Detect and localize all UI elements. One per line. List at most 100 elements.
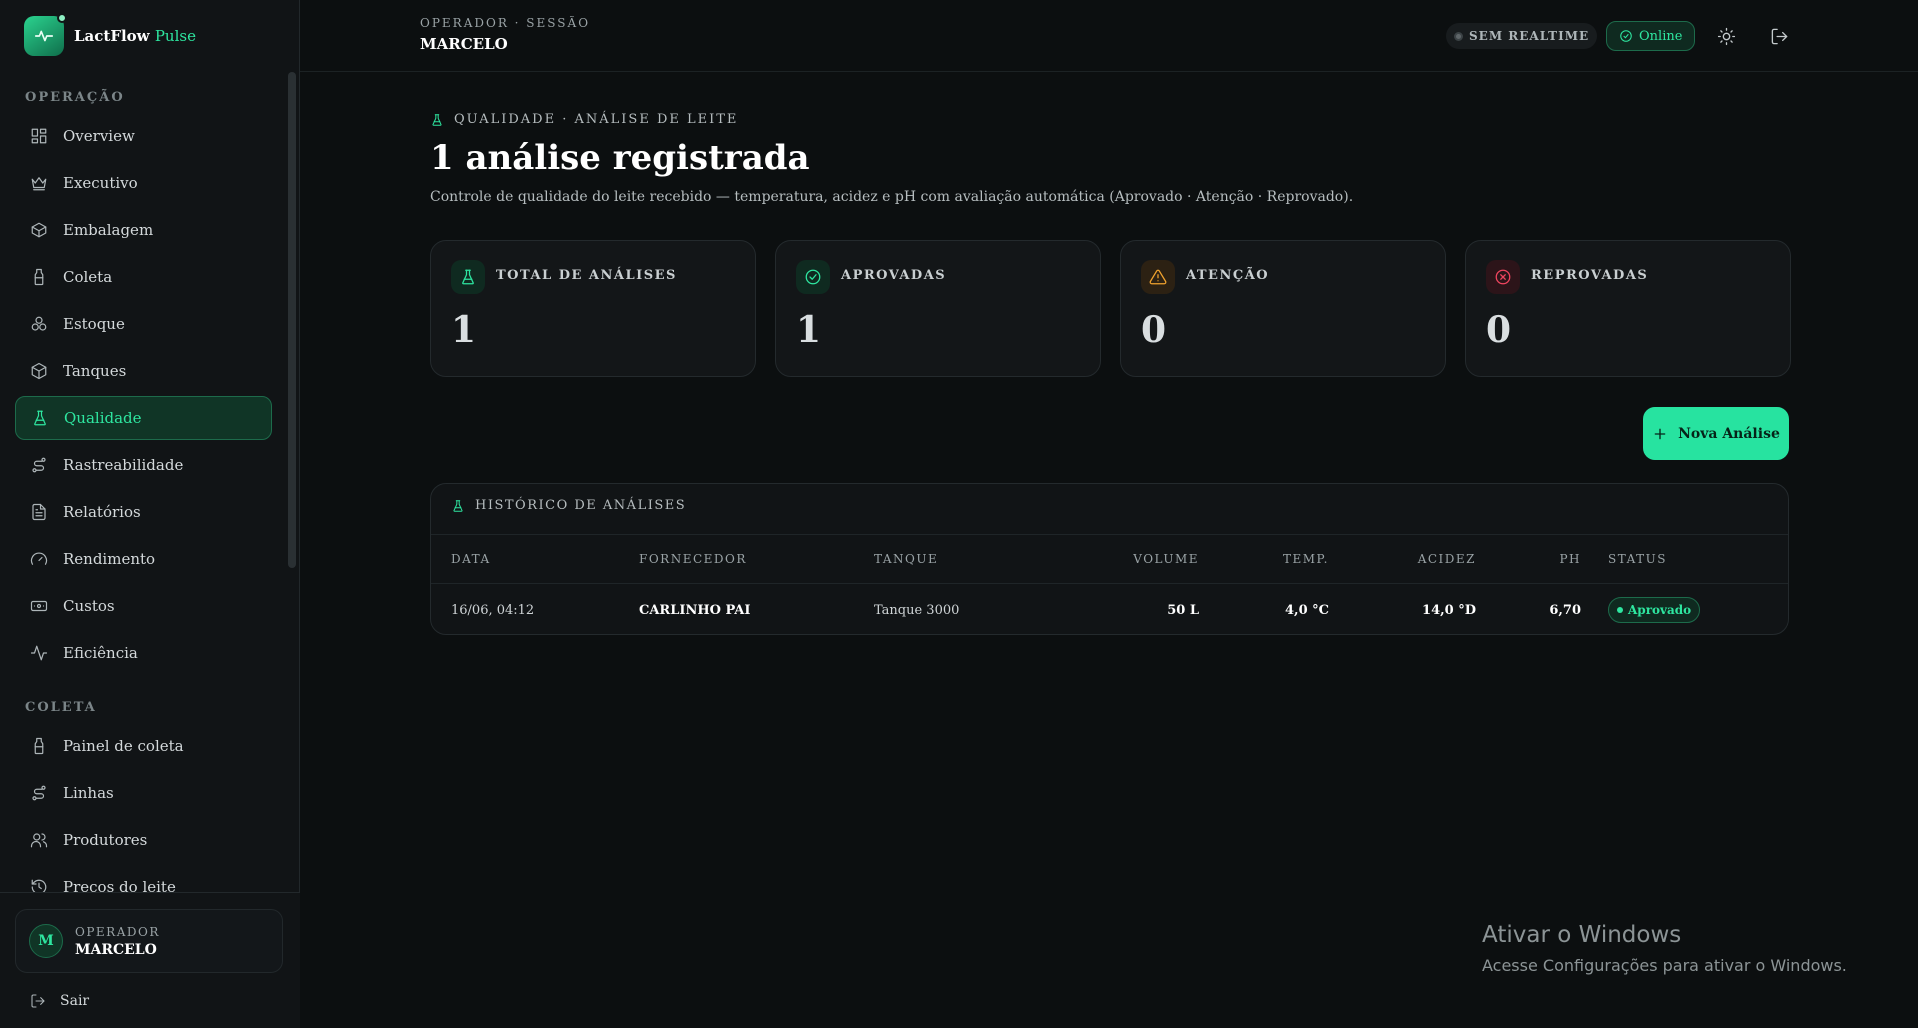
sidebar-item-qualidade[interactable]: Qualidade <box>15 396 272 440</box>
new-analysis-label: Nova Análise <box>1678 425 1780 442</box>
sidebar-item-overview[interactable]: Overview <box>15 114 272 158</box>
online-status-badge: Online <box>1606 21 1696 51</box>
milk-bottle-icon <box>29 267 49 287</box>
x-circle-icon <box>1486 260 1520 294</box>
main-content: QUALIDADE · ANÁLISE DE LEITE 1 análise r… <box>300 72 1918 1028</box>
logout-button[interactable]: Sair <box>30 993 89 1009</box>
column-header-status[interactable]: STATUS <box>1608 535 1728 583</box>
logout-label: Sair <box>60 993 90 1009</box>
brand[interactable]: LactFlow Pulse <box>24 13 196 56</box>
logout-top-button[interactable] <box>1768 25 1790 47</box>
brand-name: LactFlow Pulse <box>74 27 196 45</box>
cell-temp: 4,0 °C <box>1285 602 1329 618</box>
check-circle-icon <box>1620 30 1632 42</box>
column-header-temp[interactable]: TEMP. <box>1229 535 1329 583</box>
stat-label: ATENÇÃO <box>1186 268 1270 283</box>
column-header-tanque[interactable]: TANQUE <box>874 535 1024 583</box>
online-label: Online <box>1639 28 1683 44</box>
sidebar-item-label: Overview <box>63 127 135 145</box>
session-info: OPERADOR · SESSÃO MARCELO <box>420 16 590 53</box>
sidebar-item-relatorios[interactable]: Relatórios <box>15 490 272 534</box>
sidebar-item-precos-do-leite[interactable]: Preços do leite <box>15 865 272 892</box>
history-title-label: HISTÓRICO DE ANÁLISES <box>475 498 687 513</box>
history-title: HISTÓRICO DE ANÁLISES <box>451 498 686 513</box>
sidebar-item-linhas[interactable]: Linhas <box>15 771 272 815</box>
session-label: OPERADOR · SESSÃO <box>420 16 591 30</box>
breadcrumb: QUALIDADE · ANÁLISE DE LEITE <box>430 112 738 127</box>
stat-label: TOTAL DE ANÁLISES <box>496 268 677 283</box>
sidebar-item-label: Executivo <box>63 174 138 192</box>
operator-card: M OPERADOR MARCELO <box>15 909 283 973</box>
sidebar-item-tanques[interactable]: Tanques <box>15 349 272 393</box>
sidebar-item-label: Preços do leite <box>63 878 176 892</box>
table-row[interactable]: 16/06, 04:12 CARLINHO PAI Tanque 3000 50… <box>431 584 1788 634</box>
sidebar-item-custos[interactable]: Custos <box>15 584 272 628</box>
column-header-fornecedor[interactable]: FORNECEDOR <box>639 535 839 583</box>
windows-activation-watermark: Ativar o Windows Acesse Configurações pa… <box>1482 922 1847 975</box>
cell-volume: 50 L <box>1167 602 1199 618</box>
sidebar-item-painel-de-coleta[interactable]: Painel de coleta <box>15 724 272 768</box>
logout-icon <box>31 994 45 1008</box>
sidebar-item-label: Linhas <box>63 784 114 802</box>
operator-name: MARCELO <box>75 941 157 958</box>
column-header-ph[interactable]: PH <box>1481 535 1581 583</box>
sidebar-nav: OPERAÇÃO Overview Executivo Embalagem Co… <box>0 72 300 892</box>
history-table: HISTÓRICO DE ANÁLISES DATA FORNECEDOR TA… <box>430 483 1789 635</box>
route-icon <box>29 783 49 803</box>
stat-value: 0 <box>1486 309 1512 351</box>
crown-icon <box>29 173 49 193</box>
sidebar: LactFlow Pulse OPERAÇÃO Overview Executi… <box>0 0 300 1028</box>
sidebar-item-rastreabilidade[interactable]: Rastreabilidade <box>15 443 272 487</box>
realtime-status-badge: SEM REALTIME <box>1446 23 1598 49</box>
status-label: Aprovado <box>1628 603 1692 617</box>
new-analysis-button[interactable]: Nova Análise <box>1643 407 1789 460</box>
logout-icon <box>1771 28 1787 44</box>
sun-icon <box>1717 27 1735 45</box>
flask-icon <box>451 260 485 294</box>
stat-card-total: TOTAL DE ANÁLISES 1 <box>430 240 756 377</box>
warning-icon <box>1141 260 1175 294</box>
cell-ph: 6,70 <box>1549 602 1581 618</box>
sidebar-item-label: Qualidade <box>64 409 142 427</box>
cube-icon <box>29 361 49 381</box>
cell-data: 16/06, 04:12 <box>451 602 535 618</box>
sidebar-item-eficiencia[interactable]: Eficiência <box>15 631 272 675</box>
theme-toggle-button[interactable] <box>1715 25 1737 47</box>
watermark-title: Ativar o Windows <box>1482 922 1682 948</box>
sidebar-item-rendimento[interactable]: Rendimento <box>15 537 272 581</box>
stat-card-reprovadas: REPROVADAS 0 <box>1465 240 1791 377</box>
sidebar-item-embalagem[interactable]: Embalagem <box>15 208 272 252</box>
sidebar-item-label: Embalagem <box>63 221 154 239</box>
avatar: M <box>29 924 63 958</box>
status-dot-icon <box>1617 607 1623 613</box>
column-header-acidez[interactable]: ACIDEZ <box>1376 535 1476 583</box>
operator-role: OPERADOR <box>75 924 160 939</box>
cell-status: Aprovado <box>1608 584 1728 634</box>
stat-label: REPROVADAS <box>1531 268 1649 283</box>
boxes-icon <box>29 314 49 334</box>
package-icon <box>29 220 49 240</box>
route-icon <box>29 455 49 475</box>
cell-acidez: 14,0 °D <box>1422 602 1476 618</box>
sidebar-item-produtores[interactable]: Produtores <box>15 818 272 862</box>
section-title-operacao: OPERAÇÃO <box>25 90 125 105</box>
stat-card-aprovadas: APROVADAS 1 <box>775 240 1101 377</box>
sidebar-item-executivo[interactable]: Executivo <box>15 161 272 205</box>
stat-value: 1 <box>796 309 822 351</box>
sidebar-item-estoque[interactable]: Estoque <box>15 302 272 346</box>
plus-icon <box>1654 428 1666 439</box>
sidebar-item-coleta[interactable]: Coleta <box>15 255 272 299</box>
column-header-data[interactable]: DATA <box>451 535 601 583</box>
sidebar-item-label: Eficiência <box>63 644 138 662</box>
column-header-volume[interactable]: VOLUME <box>1099 535 1199 583</box>
activity-icon <box>29 643 49 663</box>
sidebar-item-label: Custos <box>63 597 115 615</box>
check-circle-icon <box>796 260 830 294</box>
gauge-icon <box>29 549 49 569</box>
sidebar-item-label: Estoque <box>63 315 125 333</box>
breadcrumb-label: QUALIDADE · ANÁLISE DE LEITE <box>454 112 739 127</box>
grid-icon <box>29 126 49 146</box>
section-title-coleta: COLETA <box>25 700 97 715</box>
watermark-subtitle: Acesse Configurações para ativar o Windo… <box>1482 956 1847 975</box>
page-title: 1 análise registrada <box>430 138 810 178</box>
